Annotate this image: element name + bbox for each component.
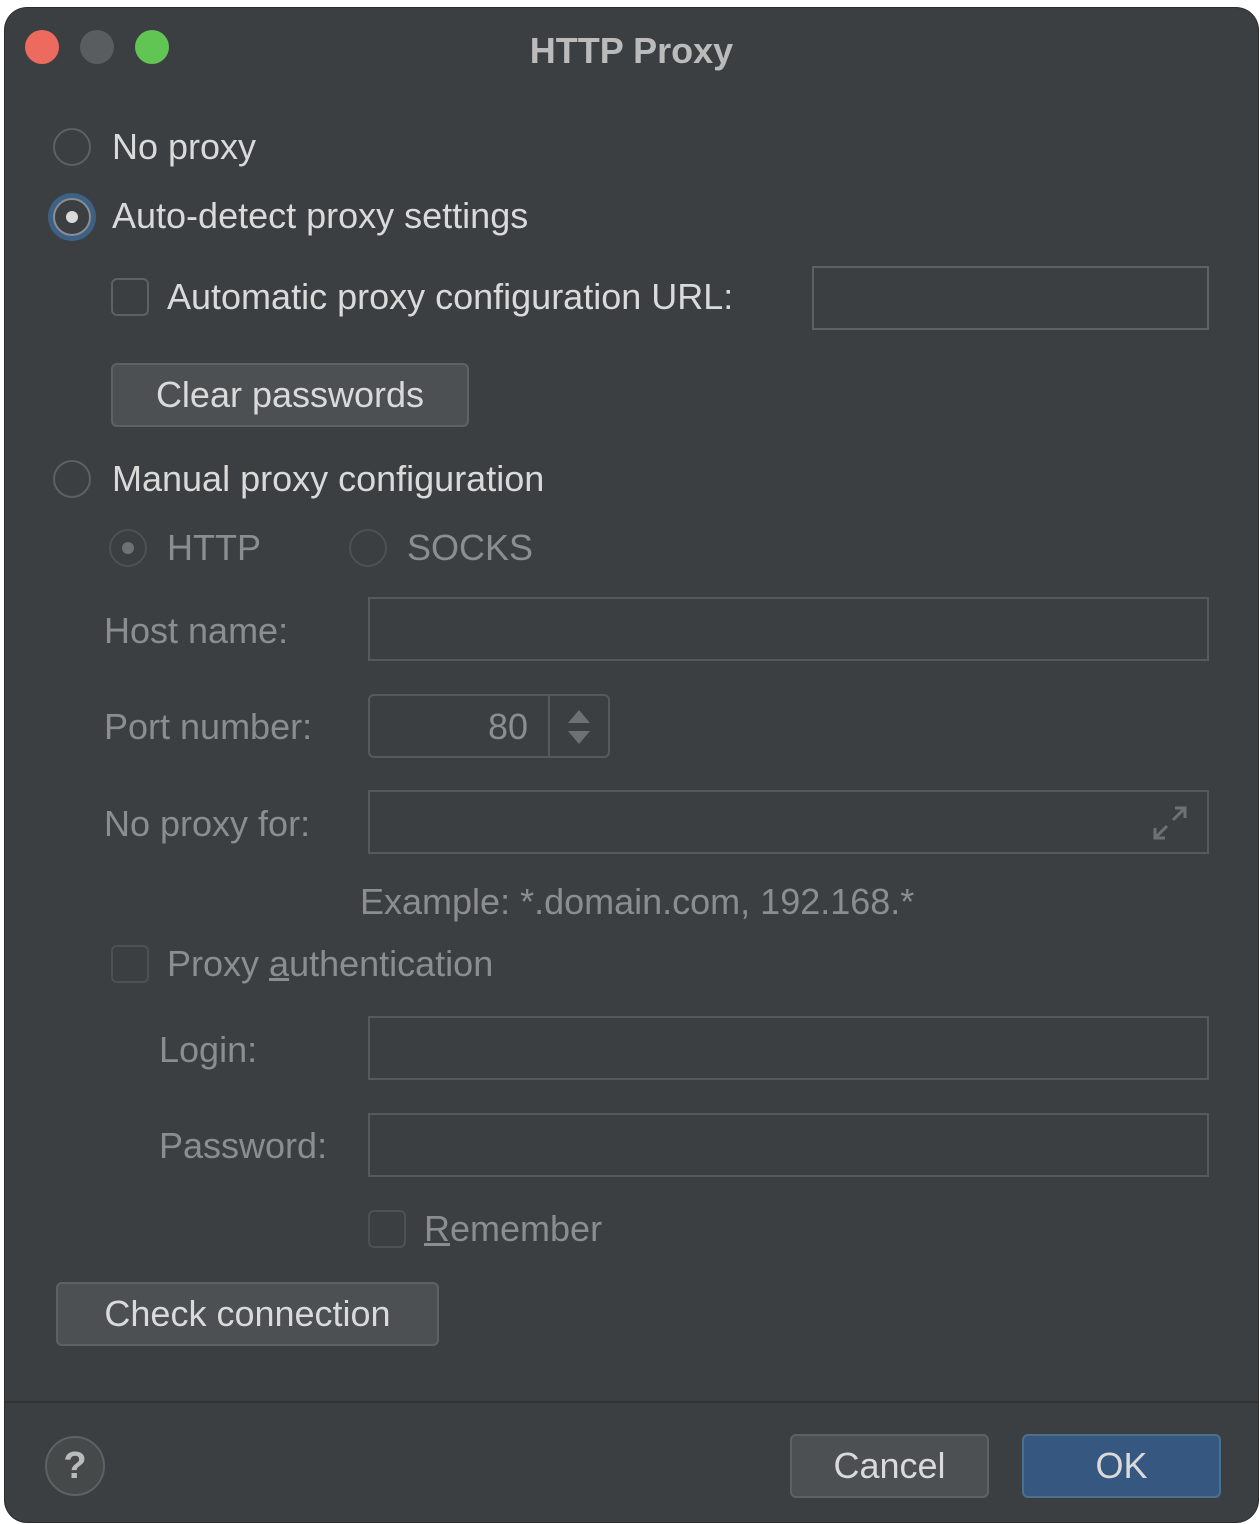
ok-button[interactable]: OK: [1022, 1434, 1221, 1498]
dialog-title: HTTP Proxy: [529, 30, 734, 71]
manual-proxy-label[interactable]: Manual proxy configuration: [112, 458, 544, 500]
port-number-label: Port number:: [104, 706, 313, 747]
no-proxy-label[interactable]: No proxy: [112, 126, 256, 168]
pac-url-input[interactable]: [812, 266, 1209, 330]
host-name-input[interactable]: [368, 597, 1209, 661]
pac-url-label[interactable]: Automatic proxy configuration URL:: [167, 276, 733, 318]
protocol-http-label[interactable]: HTTP: [167, 527, 261, 569]
login-label: Login:: [159, 1029, 258, 1070]
stepper-arrows-icon[interactable]: [564, 707, 594, 747]
no-proxy-for-label: No proxy for:: [104, 803, 311, 844]
proxy-auth-checkbox[interactable]: [111, 945, 149, 983]
help-button[interactable]: ?: [45, 1436, 105, 1496]
pac-url-checkbox[interactable]: [111, 278, 149, 316]
auto-detect-radio[interactable]: [53, 198, 91, 236]
login-input[interactable]: [368, 1016, 1209, 1080]
port-number-stepper[interactable]: 80: [368, 694, 610, 758]
http-proxy-dialog: HTTP Proxy No proxy Auto-detect proxy se…: [5, 8, 1258, 1522]
remember-checkbox[interactable]: [368, 1210, 406, 1248]
auto-detect-label[interactable]: Auto-detect proxy settings: [112, 195, 528, 237]
port-number-value: 80: [487, 706, 528, 747]
password-label: Password:: [159, 1125, 328, 1166]
expand-icon[interactable]: [1151, 804, 1189, 842]
no-proxy-radio[interactable]: [53, 128, 91, 166]
clear-passwords-button[interactable]: Clear passwords: [111, 363, 469, 427]
protocol-http-radio[interactable]: [109, 529, 147, 567]
password-input[interactable]: [368, 1113, 1209, 1177]
cancel-button[interactable]: Cancel: [790, 1434, 989, 1498]
remember-label[interactable]: Remember: [424, 1208, 602, 1250]
proxy-auth-label[interactable]: Proxy authentication: [167, 943, 493, 985]
no-proxy-for-input[interactable]: [368, 790, 1209, 854]
no-proxy-example-text: Example: *.domain.com, 192.168.*: [360, 881, 915, 922]
host-name-label: Host name:: [104, 610, 289, 651]
footer-separator: [5, 1401, 1258, 1403]
manual-proxy-radio[interactable]: [53, 460, 91, 498]
check-connection-button[interactable]: Check connection: [56, 1282, 439, 1346]
protocol-socks-radio[interactable]: [349, 529, 387, 567]
protocol-socks-label[interactable]: SOCKS: [407, 527, 533, 569]
